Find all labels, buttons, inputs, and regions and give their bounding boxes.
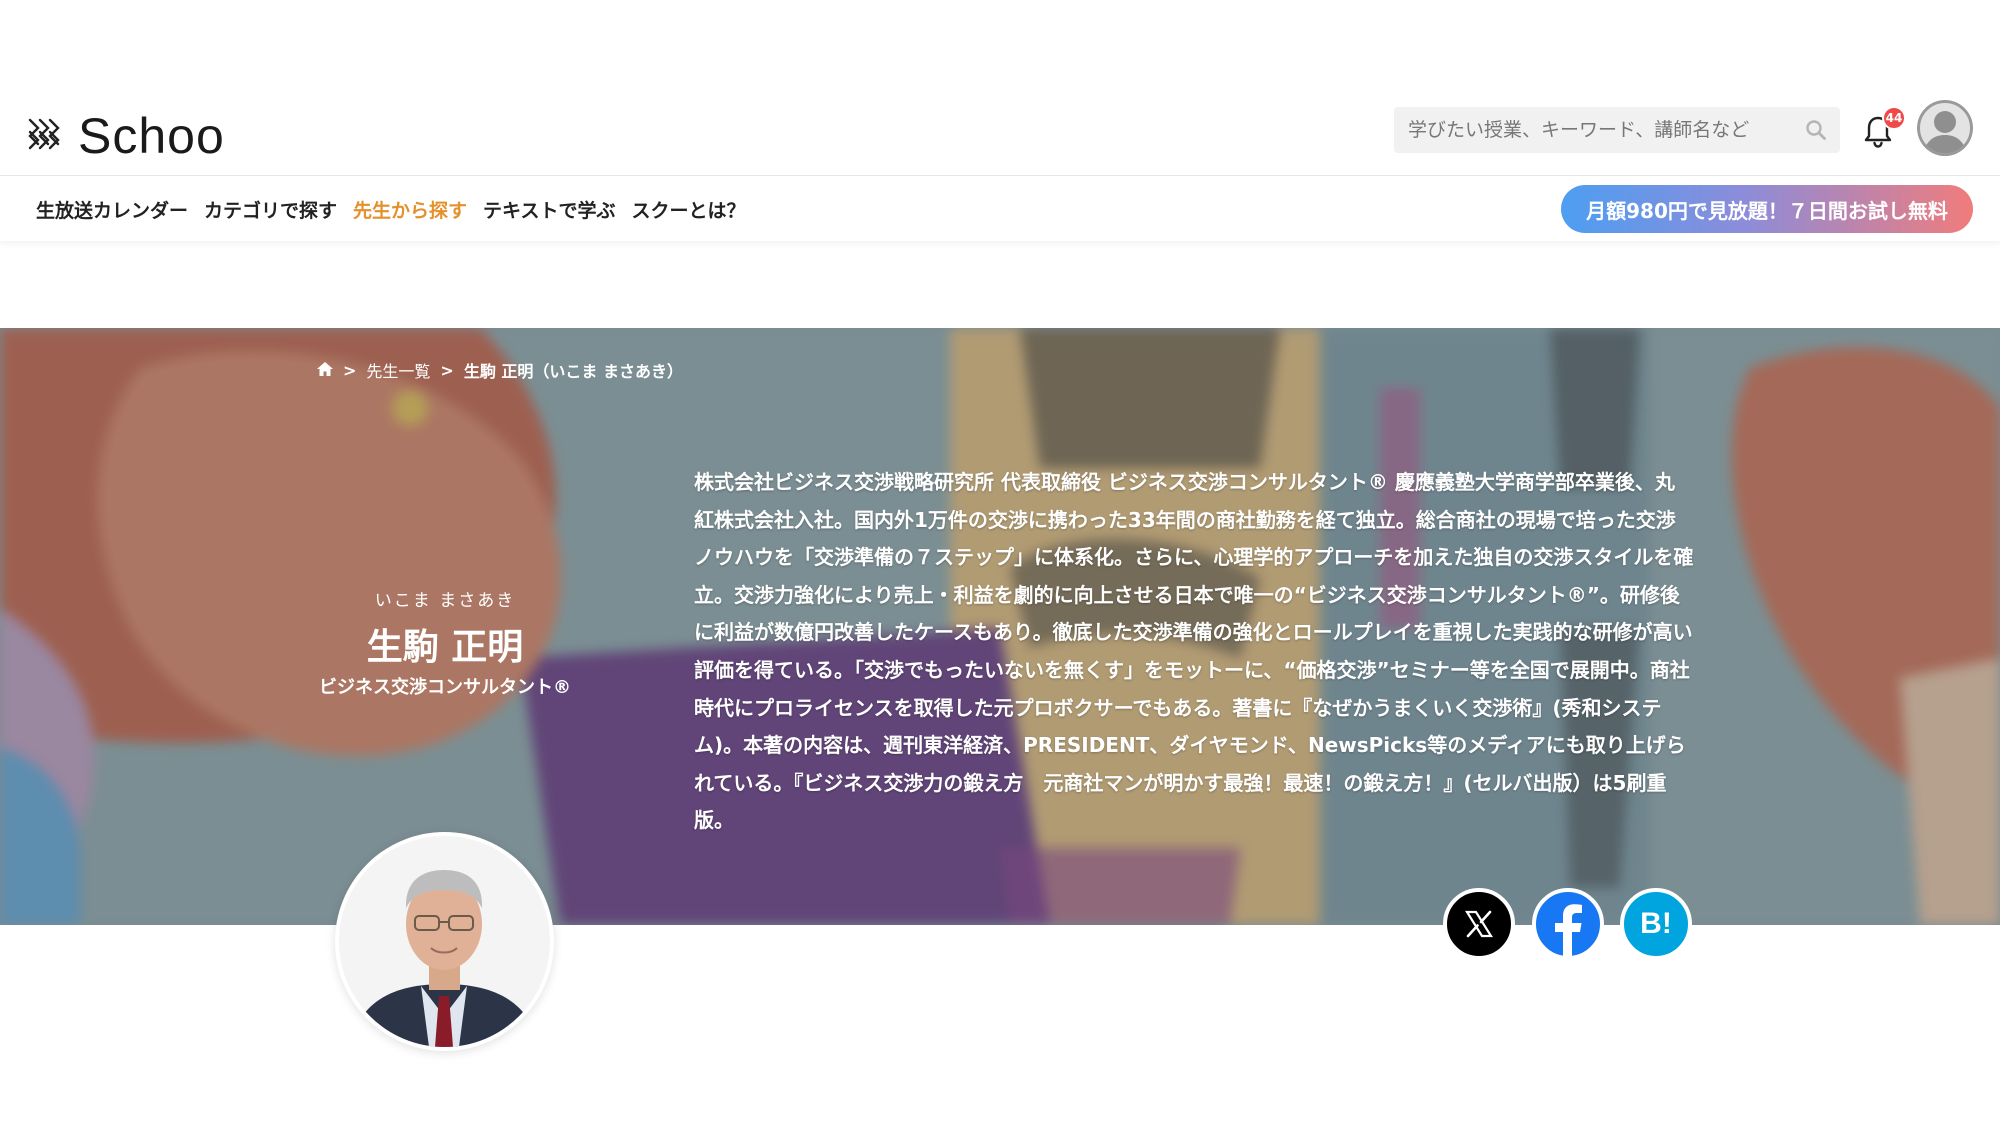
nav-browse-teacher[interactable]: 先生から探す — [353, 196, 467, 223]
share-x-button[interactable] — [1443, 888, 1515, 960]
notifications-button[interactable]: 44 — [1862, 106, 1906, 150]
site-header: Schoo 44 — [0, 96, 2000, 176]
logo-text: Schoo — [78, 108, 225, 164]
breadcrumb-separator: > — [440, 360, 454, 380]
teacher-portrait — [335, 832, 554, 1051]
main-nav: 生放送カレンダー カテゴリで探す 先生から探す テキストで学ぶ スクーとは？ 月… — [0, 177, 2000, 241]
breadcrumb-teacher-list[interactable]: 先生一覧 — [366, 358, 430, 382]
teacher-title: ビジネス交渉コンサルタント® — [319, 677, 571, 698]
nav-links: 生放送カレンダー カテゴリで探す 先生から探す テキストで学ぶ スクーとは？ — [36, 177, 762, 241]
schoo-logo-icon — [28, 118, 60, 150]
logo[interactable]: Schoo — [26, 106, 225, 166]
facebook-icon — [1555, 904, 1582, 956]
share-facebook-button[interactable] — [1532, 888, 1604, 960]
breadcrumb-current: 生駒 正明（いこま まさあき） — [463, 362, 683, 381]
search-icon[interactable] — [1792, 107, 1840, 153]
hatena-bookmark-icon: B! — [1640, 907, 1672, 940]
nav-browse-category[interactable]: カテゴリで探す — [204, 196, 337, 223]
breadcrumb: > 先生一覧 > 生駒 正明（いこま まさあき） — [317, 358, 683, 382]
nav-learn-text[interactable]: テキストで学ぶ — [483, 196, 615, 223]
x-icon — [1465, 910, 1493, 938]
user-avatar-icon[interactable] — [1917, 100, 1973, 156]
teacher-name-kana: いこま まさあき — [374, 591, 516, 611]
nav-live-calendar[interactable]: 生放送カレンダー — [36, 196, 188, 223]
teacher-bio: 株式会社ビジネス交渉戦略研究所 代表取締役 ビジネス交渉コンサルタント® 慶應義… — [694, 470, 1694, 833]
home-icon[interactable] — [317, 361, 333, 380]
teacher-name: 生駒 正明 — [366, 627, 524, 668]
free-trial-button[interactable]: 月額980円で見放題！７日間お試し無料 — [1561, 185, 1973, 233]
page: Schoo 44 — [0, 0, 2000, 1125]
nav-about-schoo[interactable]: スクーとは？ — [631, 196, 745, 223]
search-box — [1394, 107, 1840, 153]
search-input[interactable] — [1394, 107, 1792, 153]
teacher-hero: > 先生一覧 > 生駒 正明（いこま まさあき） いこま まさあき 生駒 正明 … — [0, 328, 2000, 925]
notification-badge: 44 — [1882, 106, 1906, 130]
breadcrumb-separator: > — [343, 360, 357, 380]
share-hatena-bookmark-button[interactable]: B! — [1620, 888, 1692, 960]
